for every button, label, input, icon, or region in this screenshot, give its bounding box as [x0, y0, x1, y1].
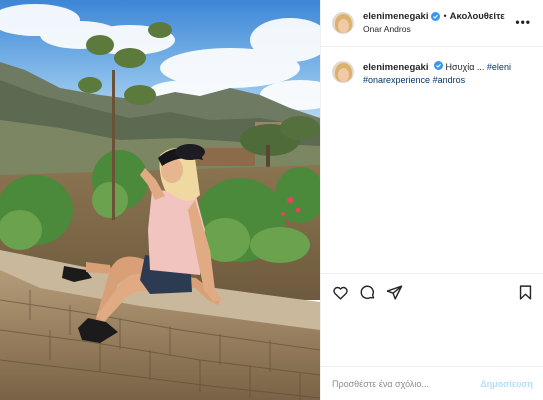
caption-username[interactable]: elenimenegaki [363, 62, 428, 73]
verified-badge-icon [434, 61, 443, 70]
author-avatar[interactable] [332, 12, 354, 34]
caption-avatar[interactable] [332, 61, 354, 83]
share-icon [386, 285, 402, 300]
post-location[interactable]: Onar Andros [363, 23, 505, 36]
author-username[interactable]: elenimenegaki [363, 10, 428, 23]
heart-icon [332, 286, 348, 300]
comment-form: Δημοσίευση [321, 366, 543, 400]
instagram-post: elenimenegaki • Ακολουθείτε Onar Andros … [0, 0, 543, 400]
post-image [0, 0, 320, 400]
save-button[interactable] [516, 284, 534, 302]
hashtag-link[interactable]: #onarexperience [363, 75, 430, 85]
more-options-icon[interactable]: ••• [515, 16, 531, 28]
caption-text: Ησυχία ... [445, 62, 487, 72]
post-side-panel: elenimenegaki • Ακολουθείτε Onar Andros … [320, 0, 543, 400]
hashtag-link[interactable]: #andros [433, 75, 466, 85]
publish-button[interactable]: Δημοσίευση [480, 379, 533, 389]
hashtag-link[interactable]: #eleni [487, 62, 511, 72]
post-caption: elenimenegaki Ησυχία ... #eleni #onarexp… [321, 47, 543, 273]
bookmark-icon [519, 285, 531, 300]
post-header: elenimenegaki • Ακολουθείτε Onar Andros … [321, 0, 543, 47]
comment-icon [360, 285, 374, 299]
comment-button[interactable] [358, 284, 376, 302]
post-actions [321, 273, 543, 311]
share-button[interactable] [385, 284, 403, 302]
likes-area [321, 311, 543, 366]
author-info: elenimenegaki • Ακολουθείτε Onar Andros [363, 10, 505, 36]
like-button[interactable] [331, 284, 349, 302]
verified-badge-icon [431, 12, 441, 21]
post-photo[interactable] [0, 0, 320, 400]
comment-input[interactable] [332, 378, 481, 389]
header-separator: • [443, 11, 447, 21]
following-button[interactable]: Ακολουθείτε [450, 10, 505, 23]
